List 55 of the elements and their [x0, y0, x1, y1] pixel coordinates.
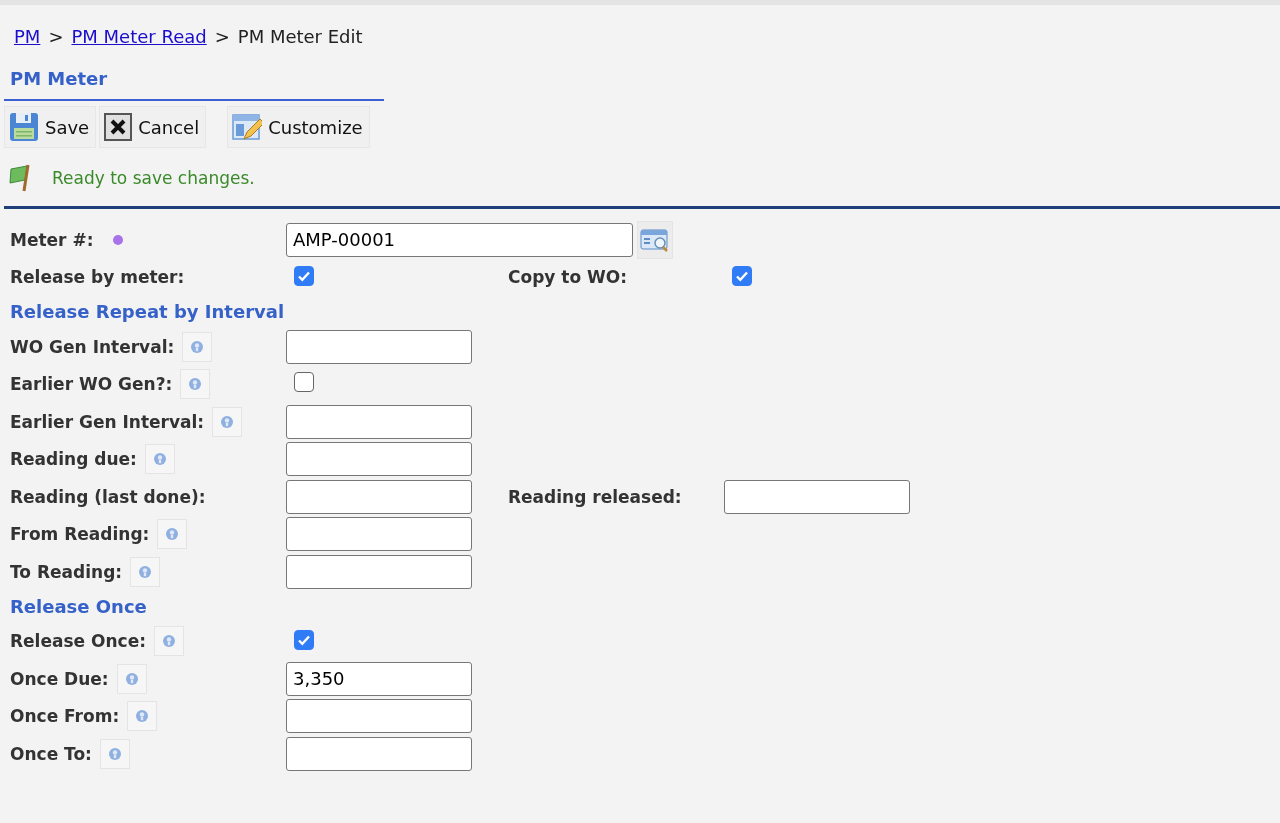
text-field[interactable]: [286, 479, 472, 514]
close-icon: [104, 113, 133, 141]
checkbox[interactable]: [294, 266, 314, 287]
help-icon[interactable]: [130, 556, 161, 587]
text-field[interactable]: AMP-00001: [286, 222, 633, 257]
lookup-icon[interactable]: [637, 220, 673, 259]
help-icon[interactable]: [127, 701, 158, 732]
help-icon[interactable]: [212, 406, 243, 437]
field-label: From Reading:: [10, 524, 150, 545]
help-icon[interactable]: [180, 369, 211, 400]
section-heading: Release Repeat by Interval: [10, 300, 286, 324]
help-icon[interactable]: [182, 331, 213, 362]
breadcrumb-separator: >: [48, 25, 64, 47]
field-label: Release by meter:: [10, 267, 185, 288]
text-field[interactable]: [286, 442, 472, 477]
field-label: Reading (last done):: [10, 486, 206, 507]
page-title: PM Meter: [4, 52, 384, 101]
help-icon[interactable]: [157, 519, 188, 550]
field-label: Earlier Gen Interval:: [10, 411, 205, 432]
field-label: Once To:: [10, 743, 92, 764]
checkbox[interactable]: [294, 630, 314, 651]
text-field[interactable]: [286, 404, 472, 439]
text-field[interactable]: [286, 517, 472, 552]
customize-button[interactable]: Customize: [227, 106, 370, 148]
text-field[interactable]: 3,350: [286, 661, 472, 696]
breadcrumb-current: PM Meter Edit: [237, 25, 363, 47]
text-field[interactable]: [724, 479, 910, 514]
text-field[interactable]: [286, 736, 472, 771]
field-label: Once From:: [10, 706, 120, 727]
field-label: Release Once:: [10, 631, 146, 652]
edit-form-icon: [232, 112, 263, 142]
field-label: Reading released:: [508, 486, 682, 507]
breadcrumb-link[interactable]: PM Meter Read: [71, 25, 207, 47]
text-field[interactable]: [286, 699, 472, 734]
field-label: To Reading:: [10, 561, 123, 582]
help-icon[interactable]: [144, 444, 175, 475]
text-field[interactable]: [286, 329, 472, 364]
field-label: Once Due:: [10, 668, 109, 689]
help-icon[interactable]: [99, 738, 130, 769]
section-heading: Release Once: [10, 594, 148, 619]
checkbox[interactable]: [294, 372, 314, 393]
checkbox[interactable]: [732, 266, 752, 287]
text-field[interactable]: [286, 554, 472, 589]
field-label: Copy to WO:: [508, 267, 628, 288]
field-label: Reading due:: [10, 449, 137, 470]
field-label: WO Gen Interval:: [10, 336, 175, 357]
save-button[interactable]: Save: [4, 106, 97, 148]
status-message: Ready to save changes.: [52, 168, 255, 188]
cancel-button[interactable]: Cancel: [99, 106, 207, 148]
field-label: Meter #:: [10, 229, 94, 250]
help-icon[interactable]: [154, 626, 184, 657]
field-label: Earlier WO Gen?:: [10, 374, 173, 395]
breadcrumb-separator: >: [214, 25, 230, 47]
breadcrumb-link[interactable]: PM: [14, 25, 41, 47]
help-icon[interactable]: [116, 663, 147, 694]
